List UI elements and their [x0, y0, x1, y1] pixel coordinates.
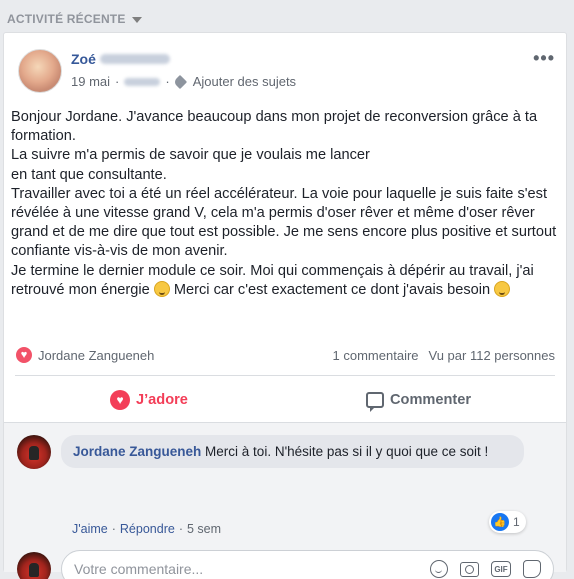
post-card: Zoé 19 mai · · Ajouter des sujets ••• Bo…	[3, 32, 567, 579]
more-options-button[interactable]: •••	[533, 48, 555, 69]
comment-text: Merci à toi. N'hésite pas si il y quoi q…	[205, 444, 489, 459]
commenter-avatar[interactable]	[17, 435, 51, 469]
heart-icon: ♥	[15, 346, 33, 364]
audience-blurred	[124, 77, 161, 86]
post-paragraph: en tant que consultante.	[11, 166, 167, 183]
divider	[15, 375, 555, 376]
section-title: ACTIVITÉ RÉCENTE	[7, 12, 126, 26]
post-paragraph: Travailler avec toi a été un réel accélé…	[11, 185, 557, 260]
author-last-name-blurred	[99, 54, 170, 64]
comment-button[interactable]: Commenter	[366, 388, 471, 412]
views-count[interactable]: Vu par 112 personnes	[429, 348, 555, 363]
comment-author[interactable]: Jordane Zangueneh	[73, 444, 201, 459]
post-paragraph: Bonjour Jordane. J'avance beaucoup dans …	[11, 109, 538, 145]
post-paragraph: Je termine le dernier module ce soir. Mo…	[11, 262, 534, 298]
heart-icon: ♥	[110, 390, 130, 410]
reactions-summary: ♥ Jordane Zangueneh 1 commentaire Vu par…	[15, 345, 555, 365]
thumbs-up-icon: 👍	[491, 513, 509, 531]
comment-input[interactable]: Votre commentaire... GIF	[61, 550, 554, 579]
chevron-down-icon[interactable]	[131, 16, 142, 23]
comment-input-placeholder[interactable]: Votre commentaire...	[74, 561, 430, 577]
comment-bubble: Jordane Zangueneh Merci à toi. N'hésite …	[61, 435, 524, 468]
comment-reply-link[interactable]: Répondre	[120, 522, 175, 536]
tag-icon	[172, 74, 187, 89]
add-topics-link[interactable]: Ajouter des sujets	[193, 74, 296, 89]
camera-icon[interactable]	[460, 561, 479, 577]
current-user-avatar	[17, 552, 51, 579]
comment-bubble-icon	[366, 392, 384, 412]
comments-count[interactable]: 1 commentaire	[333, 348, 419, 363]
avatar[interactable]	[18, 49, 62, 93]
comment-like-link[interactable]: J'aime	[72, 522, 108, 536]
comment-time[interactable]: 5 sem	[187, 522, 221, 536]
gif-icon[interactable]: GIF	[491, 561, 511, 577]
comments-section: Jordane Zangueneh Merci à toi. N'hésite …	[4, 422, 566, 579]
comment-like-count[interactable]: 👍 1	[489, 511, 526, 533]
post-date[interactable]: 19 mai	[71, 74, 110, 89]
smiling-emoji-icon	[494, 280, 511, 297]
laughing-emoji-icon	[153, 280, 170, 297]
adore-button[interactable]: ♥ J’adore	[110, 388, 188, 412]
emoji-icon[interactable]	[430, 560, 448, 578]
post-author[interactable]: Zoé	[71, 51, 170, 67]
comment-actions: J'aime · Répondre · 5 sem	[72, 522, 222, 536]
section-header[interactable]: ACTIVITÉ RÉCENTE	[7, 12, 142, 26]
post-body: Bonjour Jordane. J'avance beaucoup dans …	[11, 108, 563, 300]
reactor-name[interactable]: Jordane Zangueneh	[38, 348, 154, 363]
post-meta: 19 mai · · Ajouter des sujets	[71, 74, 297, 89]
post-paragraph: La suivre m'a permis de savoir que je vo…	[11, 147, 370, 164]
author-first-name[interactable]: Zoé	[71, 51, 96, 67]
sticker-icon[interactable]	[523, 560, 541, 578]
